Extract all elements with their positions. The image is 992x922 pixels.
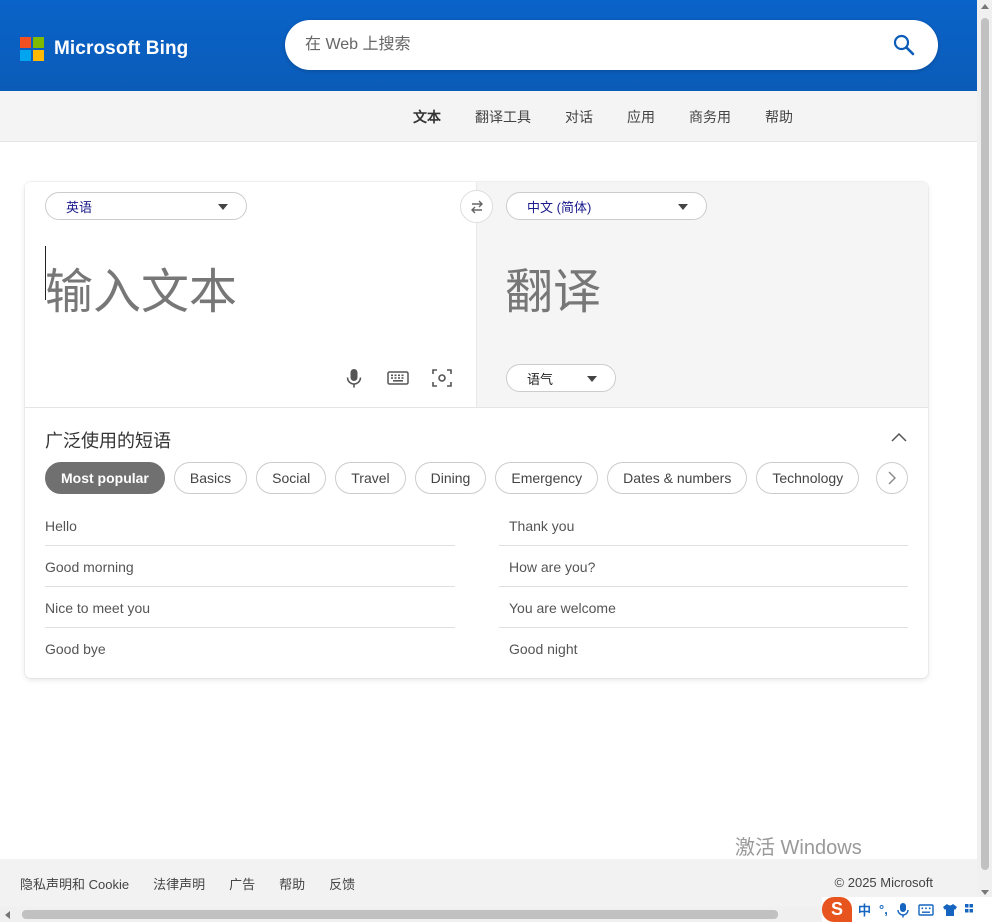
source-text-input[interactable]: 输入文本 — [45, 252, 237, 322]
footer-link-feedback[interactable]: 反馈 — [329, 874, 355, 893]
chip-basics[interactable]: Basics — [173, 462, 248, 494]
nav-tab-conversation[interactable]: 对话 — [565, 107, 593, 127]
chip-most-popular[interactable]: Most popular — [45, 462, 165, 494]
ime-language-toggle[interactable]: 中 — [858, 900, 871, 919]
footer-link-help[interactable]: 帮助 — [279, 874, 305, 893]
chip-dates-numbers[interactable]: Dates & numbers — [607, 462, 748, 494]
target-pane: 中文 (简体) 翻译 语气 — [476, 182, 928, 407]
sogou-ime-logo-icon[interactable]: S — [822, 897, 852, 922]
footer-link-privacy[interactable]: 隐私声明和 Cookie — [20, 874, 129, 893]
microphone-icon[interactable] — [342, 366, 366, 390]
chips-next-button[interactable] — [876, 462, 908, 494]
phrase-item[interactable]: Good night — [499, 628, 908, 669]
keyboard-icon[interactable] — [386, 366, 410, 390]
phrase-item[interactable]: Thank you — [499, 505, 908, 546]
vertical-scroll-thumb[interactable] — [981, 18, 989, 870]
search-input[interactable] — [305, 33, 865, 57]
target-language-label: 中文 (简体) — [527, 199, 592, 215]
nav-tab-apps[interactable]: 应用 — [627, 107, 655, 127]
nav-tab-tools[interactable]: 翻译工具 — [475, 107, 531, 127]
target-language-select[interactable]: 中文 (简体) — [506, 192, 707, 220]
translation-output: 翻译 — [505, 264, 602, 320]
vertical-scrollbar[interactable] — [977, 0, 992, 907]
source-pane: 英语 输入文本 — [25, 182, 476, 407]
translator-card: 英语 输入文本 中文 (简体) 翻译 语气 广泛使用的短语 Most popul… — [25, 182, 928, 678]
ime-grid-icon[interactable] — [964, 903, 974, 917]
phrase-item[interactable]: Hello — [45, 505, 455, 546]
footer-link-legal[interactable]: 法律声明 — [153, 874, 205, 893]
scroll-down-icon[interactable] — [981, 890, 989, 895]
nav-tab-business[interactable]: 商务用 — [689, 107, 731, 127]
ime-skin-shirt-icon[interactable] — [942, 903, 958, 917]
scroll-up-icon[interactable] — [981, 4, 989, 9]
chevron-down-icon — [587, 376, 597, 382]
chip-travel[interactable]: Travel — [335, 462, 406, 494]
swap-languages-button[interactable] — [460, 190, 493, 223]
nav-tab-help[interactable]: 帮助 — [765, 107, 793, 127]
phrase-item[interactable]: How are you? — [499, 546, 908, 587]
source-language-select[interactable]: 英语 — [45, 192, 247, 220]
source-language-label: 英语 — [66, 199, 93, 215]
divider — [25, 407, 928, 408]
footer-link-ads[interactable]: 广告 — [229, 874, 255, 893]
horizontal-scroll-thumb[interactable] — [22, 910, 778, 919]
phrase-list-right: Thank you How are you? You are welcome G… — [499, 505, 908, 669]
ime-keyboard-icon[interactable] — [918, 903, 934, 917]
search-icon[interactable] — [892, 33, 916, 57]
phrases-title: 广泛使用的短语 — [45, 431, 171, 451]
chip-social[interactable]: Social — [256, 462, 327, 494]
phrase-category-chips: Most popular Basics Social Travel Dining… — [45, 462, 868, 494]
translator-nav: 文本 翻译工具 对话 应用 商务用 帮助 — [0, 91, 977, 142]
ime-toolbar: S 中 °, — [822, 897, 992, 922]
phrase-list-left: Hello Good morning Nice to meet you Good… — [45, 505, 455, 669]
camera-scan-icon[interactable] — [430, 366, 454, 390]
copyright: © 2025 Microsoft — [834, 875, 933, 890]
phrase-item[interactable]: Nice to meet you — [45, 587, 455, 628]
chevron-down-icon — [678, 204, 688, 210]
ime-microphone-icon[interactable] — [896, 902, 910, 918]
search-box — [285, 20, 938, 70]
swap-arrows-icon — [470, 200, 483, 213]
phrase-item[interactable]: Good bye — [45, 628, 455, 669]
tone-label: 语气 — [527, 371, 554, 387]
scroll-left-icon[interactable] — [5, 911, 10, 919]
chevron-right-icon — [888, 471, 896, 485]
chevron-down-icon — [218, 204, 228, 210]
chip-technology[interactable]: Technology — [756, 462, 860, 494]
chevron-up-icon[interactable] — [889, 428, 909, 448]
brand-name: Microsoft Bing — [54, 38, 189, 59]
bing-logo[interactable]: Microsoft Bing — [20, 37, 188, 61]
microsoft-logo-icon — [20, 37, 44, 61]
nav-tab-text[interactable]: 文本 — [413, 107, 441, 127]
tone-select[interactable]: 语气 — [506, 364, 616, 392]
chip-dining[interactable]: Dining — [414, 462, 487, 494]
chip-emergency[interactable]: Emergency — [495, 462, 599, 494]
activation-title: 激活 Windows — [735, 837, 862, 859]
ime-punctuation-toggle[interactable]: °, — [879, 902, 888, 917]
header-bar: Microsoft Bing — [0, 0, 977, 91]
phrase-item[interactable]: You are welcome — [499, 587, 908, 628]
phrase-item[interactable]: Good morning — [45, 546, 455, 587]
